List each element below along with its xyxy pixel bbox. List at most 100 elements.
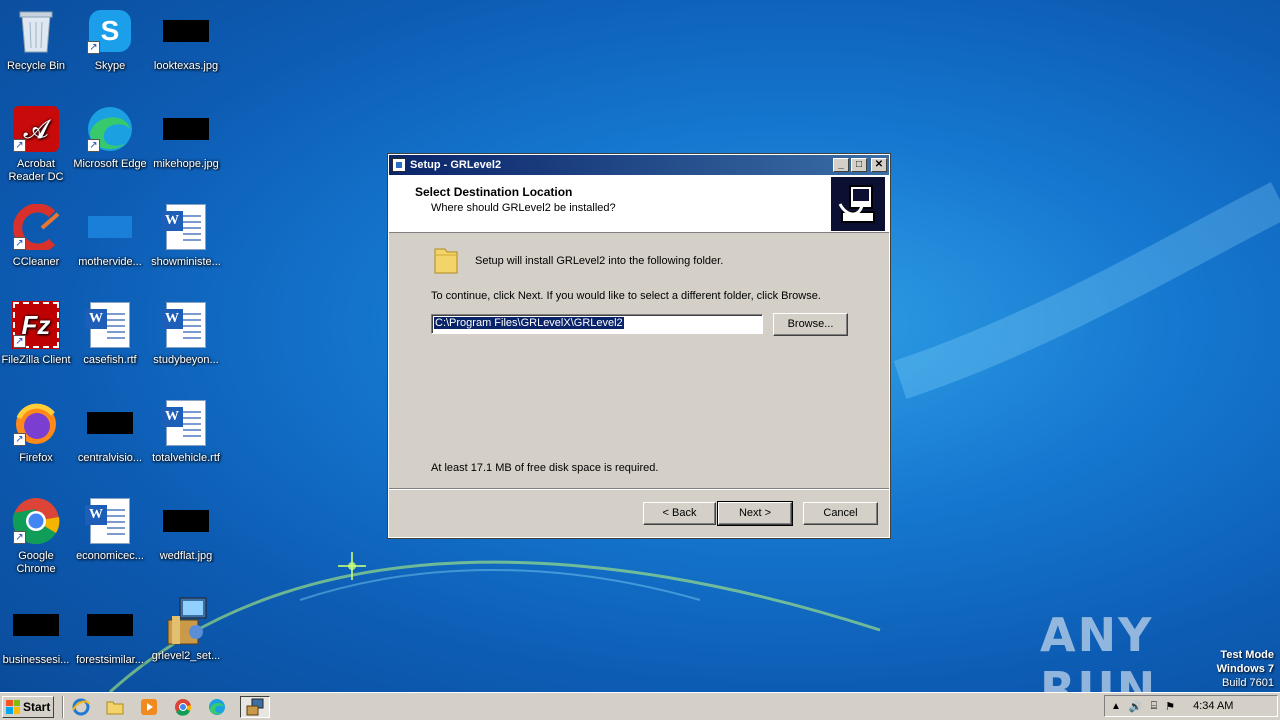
firefox-icon: ↗ (11, 398, 61, 448)
desktop-icon-label: casefish.rtf (83, 354, 137, 366)
os-info: Test Mode Windows 7 Build 7601 (1217, 648, 1274, 690)
installer-icon (161, 596, 211, 646)
edge-taskbar-icon[interactable] (206, 696, 228, 718)
setup-app-icon (392, 158, 406, 172)
desktop-icon-label: CCleaner (12, 256, 60, 268)
desktop-icon-label: Skype (94, 60, 126, 72)
desktop-icon-label: studybeyon... (153, 354, 219, 366)
desktop-icon-label: forestsimilar... (76, 654, 144, 666)
desktop-icon-label: showministe... (151, 256, 221, 268)
cancel-button[interactable]: Cancel (803, 502, 878, 525)
close-button[interactable]: ✕ (871, 158, 887, 172)
word-document-icon: W (161, 300, 211, 350)
image-thumbnail-icon (161, 496, 211, 546)
image-thumbnail-icon (161, 104, 211, 154)
windows-version-label: Windows 7 (1216, 663, 1274, 675)
dialog-title: Setup - GRLevel2 (410, 159, 502, 171)
word-document-icon: W (85, 300, 135, 350)
destination-path-input[interactable]: C:\Program Files\GRLevelX\GRLevel2 (431, 314, 763, 334)
desktop-icon-wedflat[interactable]: wedflat.jpg (148, 496, 224, 563)
page-subtitle: Where should GRLevel2 be installed? (431, 202, 616, 214)
build-label: Build 7601 (1222, 677, 1274, 689)
desktop-icon-centralvisio[interactable]: centralvisio... (72, 398, 148, 465)
desktop-icon-label: economicec... (76, 550, 144, 562)
back-button[interactable]: < Back (643, 502, 716, 525)
taskbar: Start ▲ 🔊 ⌸ ⚑ 4:34 AM (0, 692, 1280, 720)
desktop-icon-filezilla[interactable]: Fz ↗ FileZilla Client (0, 300, 74, 367)
test-mode-label: Test Mode (1220, 649, 1274, 661)
recycle-bin-icon (11, 6, 61, 56)
browse-button[interactable]: Browse... (773, 313, 848, 336)
desktop-icon-label: looktexas.jpg (153, 60, 219, 72)
desktop-icon-businessesi[interactable]: businessesi... (0, 600, 74, 667)
start-button[interactable]: Start (2, 695, 54, 718)
chrome-taskbar-icon[interactable] (172, 696, 194, 718)
desktop-icon-label: grlevel2_set... (151, 650, 221, 662)
setup-taskbar-icon (246, 698, 264, 715)
internet-explorer-icon[interactable] (70, 696, 92, 718)
instructions-text: To continue, click Next. If you would li… (431, 290, 821, 302)
edge-icon: ↗ (85, 104, 135, 154)
video-file-icon (85, 202, 135, 252)
desktop-icon-label: businessesi... (2, 654, 70, 666)
taskbar-separator (62, 695, 64, 718)
desktop-icon-mothervide[interactable]: mothervide... (72, 202, 148, 269)
desktop-icon-firefox[interactable]: ↗ Firefox (0, 398, 74, 465)
desktop-icon-economicec[interactable]: W economicec... (72, 496, 148, 563)
start-label: Start (23, 699, 51, 714)
media-player-icon[interactable] (138, 696, 160, 718)
filezilla-icon: Fz ↗ (11, 300, 61, 350)
setup-wizard-icon (831, 177, 885, 231)
maximize-button[interactable]: □ (851, 158, 867, 172)
desktop-icon-label: Microsoft Edge (73, 158, 147, 170)
desktop-icon-label: Google Chrome (16, 550, 56, 575)
desktop-icon-casefish[interactable]: W casefish.rtf (72, 300, 148, 367)
desktop-icon-label: mikehope.jpg (153, 158, 219, 170)
word-document-icon: W (85, 496, 135, 546)
action-center-flag-icon[interactable]: ⚑ (1165, 700, 1175, 713)
show-hidden-icons-icon[interactable]: ▲ (1111, 701, 1121, 712)
desktop-icon-grlevel2-setup[interactable]: grlevel2_set... (148, 596, 224, 663)
network-icon[interactable]: ⌸ (1151, 700, 1158, 713)
desktop-icon-edge[interactable]: ↗ Microsoft Edge (72, 104, 148, 171)
desktop-icon-label: totalvehicle.rtf (152, 452, 220, 464)
ccleaner-icon: ↗ (11, 202, 61, 252)
folder-icon (433, 245, 459, 275)
windows-logo-icon (6, 699, 20, 714)
acrobat-icon: 𝓐 ↗ (11, 104, 61, 154)
destination-path-value: C:\Program Files\GRLevelX\GRLevel2 (434, 317, 624, 329)
desktop-icon-studybeyon[interactable]: W studybeyon... (148, 300, 224, 367)
desktop-icon-mikehope[interactable]: mikehope.jpg (148, 104, 224, 171)
dialog-titlebar[interactable]: Setup - GRLevel2 _ □ ✕ (389, 155, 889, 175)
minimize-button[interactable]: _ (833, 158, 849, 172)
desktop-icon-looktexas[interactable]: looktexas.jpg (148, 6, 224, 73)
desktop-icon-skype[interactable]: S ↗ Skype (72, 6, 148, 73)
image-thumbnail-icon (161, 6, 211, 56)
footer-divider (389, 488, 889, 490)
desktop-icon-totalvehicle[interactable]: W totalvehicle.rtf (148, 398, 224, 465)
desktop-icon-label: mothervide... (78, 256, 142, 268)
desktop-icon-label: Acrobat Reader DC (8, 158, 64, 183)
setup-dialog: Setup - GRLevel2 _ □ ✕ Select Destinatio… (387, 153, 891, 539)
desktop-icon-chrome[interactable]: ↗ Google Chrome (0, 496, 74, 576)
dialog-body: Setup will install GRLevel2 into the fol… (389, 233, 889, 487)
word-document-icon: W (161, 398, 211, 448)
image-thumbnail-icon (85, 398, 135, 448)
desktop-icon-label: Recycle Bin (6, 60, 66, 72)
desktop-icon-ccleaner[interactable]: ↗ CCleaner (0, 202, 74, 269)
volume-icon[interactable]: 🔊 (1129, 700, 1143, 713)
system-tray: ▲ 🔊 ⌸ ⚑ 4:34 AM (1104, 695, 1278, 717)
desktop-icon-acrobat[interactable]: 𝓐 ↗ Acrobat Reader DC (0, 104, 74, 184)
desktop-icon-recycle-bin[interactable]: Recycle Bin (0, 6, 74, 73)
disk-space-text: At least 17.1 MB of free disk space is r… (431, 462, 659, 474)
clock[interactable]: 4:34 AM (1193, 700, 1233, 712)
chrome-icon: ↗ (11, 496, 61, 546)
taskbar-setup-button[interactable] (240, 695, 270, 718)
file-explorer-icon[interactable] (104, 696, 126, 718)
desktop-icon-forestsimilar[interactable]: forestsimilar... (72, 600, 148, 667)
desktop-icon-label: wedflat.jpg (159, 550, 213, 562)
next-button[interactable]: Next > (717, 501, 793, 526)
image-thumbnail-icon (11, 600, 61, 650)
desktop-icon-showministe[interactable]: W showministe... (148, 202, 224, 269)
desktop-icon-label: Firefox (19, 452, 53, 464)
